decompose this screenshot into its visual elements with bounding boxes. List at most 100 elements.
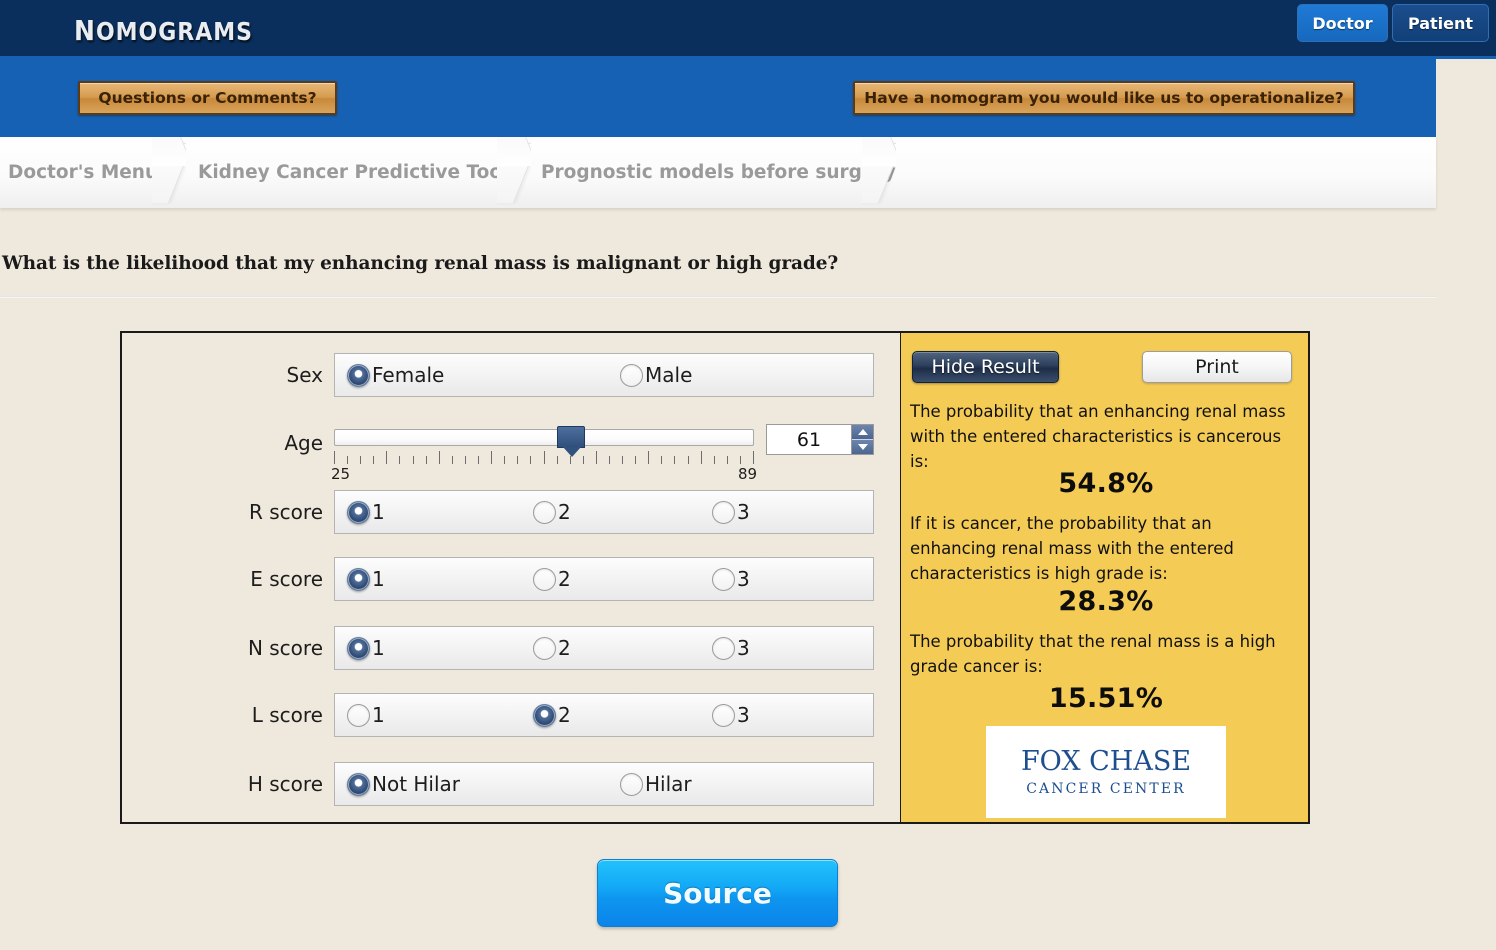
- slider-tick: [399, 456, 400, 464]
- slider-tick: [622, 456, 623, 464]
- slider-tick: [478, 456, 479, 464]
- age-slider-wrapper: 25 89 61: [331, 421, 874, 483]
- radio-group-e-score: 1 2 3: [334, 557, 874, 601]
- site-logo[interactable]: Nomograms: [74, 4, 253, 50]
- radio-group-sex: Female Male: [334, 353, 874, 397]
- radio-sex-female[interactable]: Female: [347, 363, 444, 387]
- input-form-panel: Sex Female Male Age 25 89 61 R score 1 2…: [120, 331, 900, 824]
- label-r-score: R score: [249, 500, 323, 524]
- radio-l-score-1[interactable]: 1: [347, 703, 385, 727]
- age-slider-track[interactable]: [334, 429, 754, 446]
- slider-tick: [426, 456, 427, 464]
- age-increment-button[interactable]: [852, 425, 873, 440]
- fox-chase-logo-title: FOX CHASE: [1020, 746, 1192, 777]
- slider-tick: [373, 456, 374, 464]
- slider-tick: [544, 451, 545, 464]
- operationalize-nomogram-button[interactable]: Have a nomogram you would like us to ope…: [853, 81, 1355, 115]
- breadcrumb-chevron-icon: [152, 137, 186, 208]
- result-text-high-grade-given-cancer: If it is cancer, the probability that an…: [910, 514, 1234, 584]
- result-panel: Hide Result Print The probability that a…: [900, 331, 1310, 824]
- result-text-high-grade-cancer: The probability that the renal mass is a…: [910, 632, 1276, 677]
- chevron-up-icon: [857, 429, 868, 435]
- radio-r-score-1[interactable]: 1: [347, 500, 385, 524]
- radio-dot-icon: [533, 567, 556, 591]
- breadcrumb-item-kidney-cancer-predictive-tools[interactable]: Kidney Cancer Predictive Tools: [198, 137, 519, 208]
- radio-dot-icon: [533, 500, 556, 524]
- tab-patient[interactable]: Patient: [1392, 4, 1489, 42]
- source-button[interactable]: Source: [597, 859, 838, 927]
- radio-dot-icon: [347, 703, 370, 727]
- app-page: Nomograms Doctor Patient Questions or Co…: [0, 0, 1496, 950]
- form-row-age: Age 25 89 61: [122, 421, 902, 483]
- radio-h-score-not-hilar[interactable]: Not Hilar: [347, 772, 460, 796]
- breadcrumb-item-prognostic-models-before-surgery[interactable]: Prognostic models before surgery: [541, 137, 896, 208]
- page-title: What is the likelihood that my enhancing…: [2, 253, 839, 274]
- slider-tick: [648, 451, 649, 464]
- slider-tick: [347, 456, 348, 464]
- label-age: Age: [284, 431, 323, 455]
- radio-label: Hilar: [645, 772, 692, 796]
- age-decrement-button[interactable]: [852, 440, 873, 454]
- radio-n-score-1[interactable]: 1: [347, 636, 385, 660]
- radio-l-score-3[interactable]: 3: [712, 703, 750, 727]
- radio-l-score-2[interactable]: 2: [533, 703, 571, 727]
- slider-tick: [413, 456, 414, 464]
- top-header-bar: Nomograms Doctor Patient: [0, 0, 1496, 59]
- radio-e-score-1[interactable]: 1: [347, 567, 385, 591]
- form-row-sex: Sex Female Male: [122, 353, 902, 397]
- breadcrumb-item-doctors-menu[interactable]: Doctor's Menu: [8, 137, 158, 208]
- radio-r-score-3[interactable]: 3: [712, 500, 750, 524]
- radio-n-score-2[interactable]: 2: [533, 636, 571, 660]
- radio-dot-icon: [347, 636, 370, 660]
- age-range-max: 89: [738, 465, 758, 483]
- radio-group-n-score: 1 2 3: [334, 626, 874, 670]
- radio-group-h-score: Not Hilar Hilar: [334, 762, 874, 806]
- radio-group-r-score: 1 2 3: [334, 490, 874, 534]
- age-spinner[interactable]: 61: [766, 424, 874, 455]
- radio-dot-icon: [533, 636, 556, 660]
- slider-tick: [596, 451, 597, 464]
- radio-group-l-score: 1 2 3: [334, 693, 874, 737]
- tab-doctor[interactable]: Doctor: [1297, 4, 1388, 42]
- age-value[interactable]: 61: [767, 429, 851, 451]
- radio-e-score-3[interactable]: 3: [712, 567, 750, 591]
- radio-label: Female: [372, 363, 445, 387]
- slider-tick: [635, 456, 636, 464]
- age-slider-thumb[interactable]: [557, 426, 585, 457]
- radio-r-score-2[interactable]: 2: [533, 500, 571, 524]
- radio-label: 2: [558, 703, 571, 727]
- chevron-down-icon: [857, 444, 868, 450]
- radio-h-score-hilar[interactable]: Hilar: [620, 772, 692, 796]
- slider-tick: [491, 451, 492, 464]
- radio-dot-icon: [712, 500, 735, 524]
- breadcrumb-chevron-icon: [497, 137, 531, 208]
- radio-label: 2: [558, 567, 571, 591]
- hide-result-button[interactable]: Hide Result: [912, 351, 1059, 383]
- label-e-score: E score: [250, 567, 323, 591]
- questions-or-comments-button[interactable]: Questions or Comments?: [78, 81, 337, 115]
- radio-n-score-3[interactable]: 3: [712, 636, 750, 660]
- radio-dot-icon: [347, 567, 370, 591]
- label-n-score: N score: [247, 636, 323, 660]
- radio-sex-male[interactable]: Male: [620, 363, 692, 387]
- form-row-n-score: N score 1 2 3: [122, 626, 902, 670]
- radio-dot-icon: [620, 363, 643, 387]
- radio-dot-icon: [347, 363, 370, 387]
- slider-tick: [674, 456, 675, 464]
- slider-tick: [465, 456, 466, 464]
- slider-tick: [609, 456, 610, 464]
- slider-tick: [452, 456, 453, 464]
- slider-tick: [740, 456, 741, 464]
- radio-label: Male: [645, 363, 693, 387]
- age-spinner-arrows: [851, 425, 873, 454]
- radio-label: Not Hilar: [372, 772, 461, 796]
- breadcrumb: Doctor's Menu Kidney Cancer Predictive T…: [0, 137, 1436, 208]
- slider-tick: [714, 456, 715, 464]
- print-button[interactable]: Print: [1142, 351, 1292, 383]
- form-row-h-score: H score Not Hilar Hilar: [122, 762, 902, 806]
- slider-tick: [557, 456, 558, 464]
- radio-dot-icon: [533, 703, 556, 727]
- slider-tick: [504, 456, 505, 464]
- radio-e-score-2[interactable]: 2: [533, 567, 571, 591]
- age-slider-ticks: [334, 450, 754, 464]
